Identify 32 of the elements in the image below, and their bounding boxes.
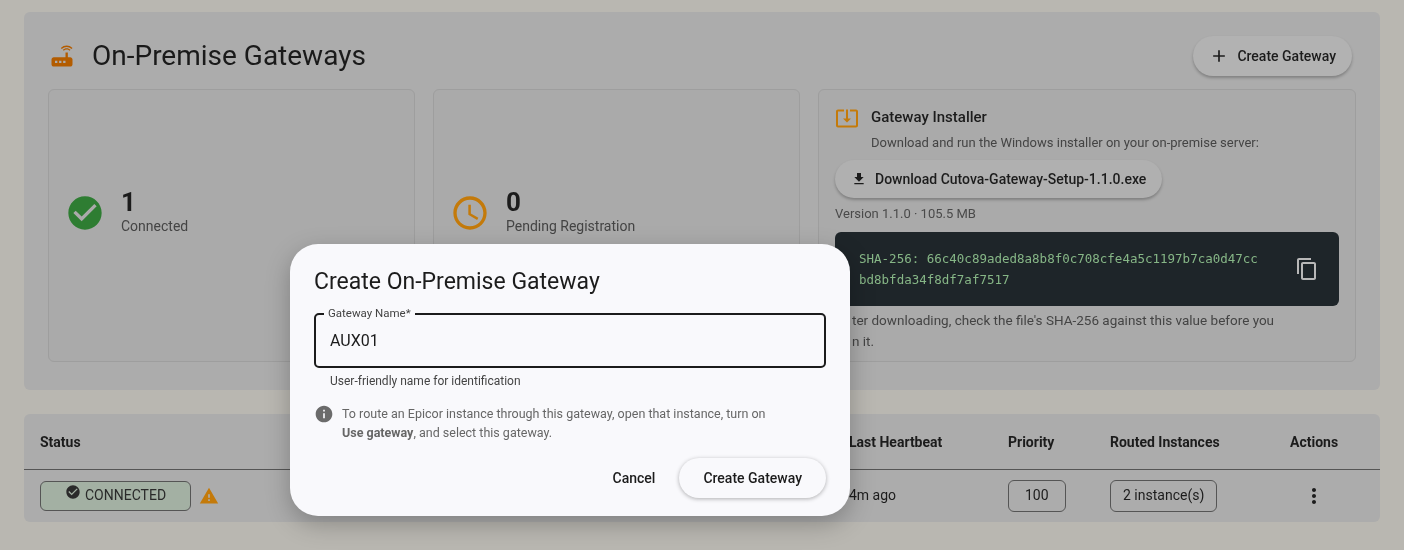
heartbeat-cell-text: 4m ago xyxy=(849,486,898,505)
page-title: On-Premise Gateways xyxy=(92,38,366,74)
column-header: Routed Instances xyxy=(1110,433,1220,450)
installer-description: Download and run the Windows installer on your on-premise server: xyxy=(871,133,1259,152)
version-text: Version 1.1.0 · 105.5 MB xyxy=(835,205,977,223)
hash-text: SHA-256: 66c40c89aded8a8b8f0c708cfe4a5c1197b7ca0d47ccbd8bfda34f8df7af7517 xyxy=(859,249,1259,289)
dialog-title: Create On-Premise Gateway xyxy=(314,268,601,296)
check-icon xyxy=(65,483,81,500)
info-icon xyxy=(314,404,334,424)
confirm-button[interactable]: Create Gateway xyxy=(679,458,826,498)
column-header: Actions xyxy=(1290,433,1339,450)
create-gateway-button[interactable]: Create Gateway xyxy=(1193,36,1352,76)
stat-value: 1 xyxy=(121,188,137,216)
column-header: Priority xyxy=(1008,433,1055,450)
stat-value: 0 xyxy=(506,188,522,216)
helper-text: User-friendly name for identification xyxy=(329,373,522,390)
note-text: n it. xyxy=(852,331,876,351)
status-chip: CONNECTED xyxy=(40,480,192,511)
cancel-button[interactable]: Cancel xyxy=(600,459,668,497)
instances-chip: 2 instance(s) xyxy=(1110,479,1218,512)
download-icon xyxy=(851,171,867,187)
stat-label: Connected xyxy=(121,217,189,236)
info-text: To route an Epicor instance through this gateway, open that instance, turn on Use gateway, and select this gateway. xyxy=(342,405,767,442)
copy-icon[interactable] xyxy=(1295,256,1319,281)
installer-title: Gateway Installer xyxy=(871,107,988,128)
stat-label: Pending Registration xyxy=(506,217,636,236)
column-header: Last Heartbeat xyxy=(849,433,943,450)
priority-chip: 100 xyxy=(1008,479,1066,512)
note-text: ter downloading, check the file's SHA-256 against this value before you xyxy=(852,310,1276,330)
column-header: Status xyxy=(40,433,81,450)
field-label: Gateway Name* xyxy=(324,307,415,319)
download-button[interactable]: Download Cutova-Gateway-Setup-1.1.0.exe xyxy=(835,160,1163,198)
